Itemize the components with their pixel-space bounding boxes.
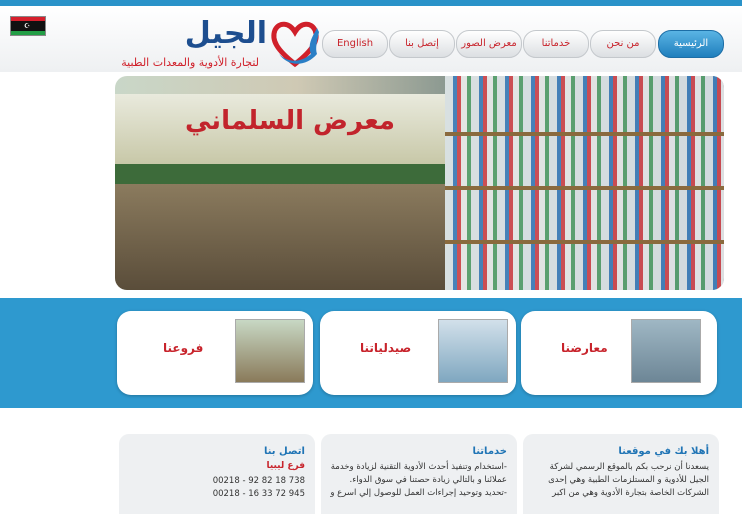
logo-name: الجيل (184, 16, 267, 51)
libya-flag-icon[interactable]: ☪ (10, 16, 46, 36)
contact-title: اتصل بنا (263, 446, 305, 457)
services-panel: خدماتنا -استخدام وتنفيذ أحدث الأدوية الت… (321, 434, 517, 514)
card-title: صيدلياتنا (360, 341, 412, 355)
nav-home[interactable]: الرئيسية (658, 30, 724, 58)
contact-phone[interactable]: 00218 - 92 82 18 738 (213, 476, 305, 486)
site-logo[interactable]: الجيل لتجارة الأدوية والمعدات الطبية (110, 14, 325, 72)
welcome-line: يسعدنا أن نرحب بكم بالموقع الرسمي لشركة (549, 462, 709, 472)
logo-tagline: لتجارة الأدوية والمعدات الطبية (121, 56, 259, 69)
pharmacy-photo (438, 319, 508, 383)
card-pharmacies[interactable]: صيدلياتنا (320, 311, 516, 395)
storefront-sign-text: معرض السلماني (185, 106, 395, 136)
services-line: عملائنا و بالتالي زيادة حصتنا في سوق الد… (349, 475, 507, 485)
nav-about[interactable]: من نحن (590, 30, 656, 58)
welcome-line: الشركات الخاصة بتجارة الأدوية وهي من اكب… (552, 488, 709, 498)
welcome-line: الجيل للأدوية و المستلزمات الطبية وهي إح… (548, 475, 709, 485)
nav-services[interactable]: خدماتنا (523, 30, 589, 58)
storefront-lower (115, 184, 445, 290)
nav-gallery[interactable]: معرض الصور (456, 30, 522, 58)
shelf-divider (445, 132, 724, 136)
welcome-panel: أهلا بك في موقعنا يسعدنا أن نرحب بكم بال… (523, 434, 719, 514)
card-branches[interactable]: فروعنا (117, 311, 313, 395)
card-title: فروعنا (163, 341, 204, 355)
services-title: خدماتنا (472, 446, 507, 457)
card-title: معارضنا (561, 341, 608, 355)
storefront-ledge (115, 164, 445, 184)
contact-branch: فرع ليبيا (266, 461, 305, 471)
card-showrooms[interactable]: معارضنا (521, 311, 717, 395)
showroom-photo (631, 319, 701, 383)
contact-phone[interactable]: 00218 - 16 33 72 945 (213, 489, 305, 499)
heart-hand-icon (271, 21, 319, 68)
shelf-divider (445, 186, 724, 190)
welcome-title: أهلا بك في موقعنا (618, 446, 709, 457)
hero-banner: معرض السلماني (115, 76, 724, 290)
site-header: ☪ الجيل لتجارة الأدوية والمعدات الطبية ا… (0, 6, 742, 72)
services-line: -استخدام وتنفيذ أحدث الأدوية التقنية لزي… (330, 462, 507, 472)
nav-english[interactable]: English (322, 30, 388, 58)
nav-contact[interactable]: إتصل بنا (389, 30, 455, 58)
shelf-divider (445, 240, 724, 244)
pharmacy-shelves (445, 76, 724, 290)
services-line: -تحديد وتوحيد إجراءات العمل للوصول إلي ا… (330, 488, 507, 498)
contact-panel: اتصل بنا فرع ليبيا 00218 - 92 82 18 738 … (119, 434, 315, 514)
branch-photo (235, 319, 305, 383)
